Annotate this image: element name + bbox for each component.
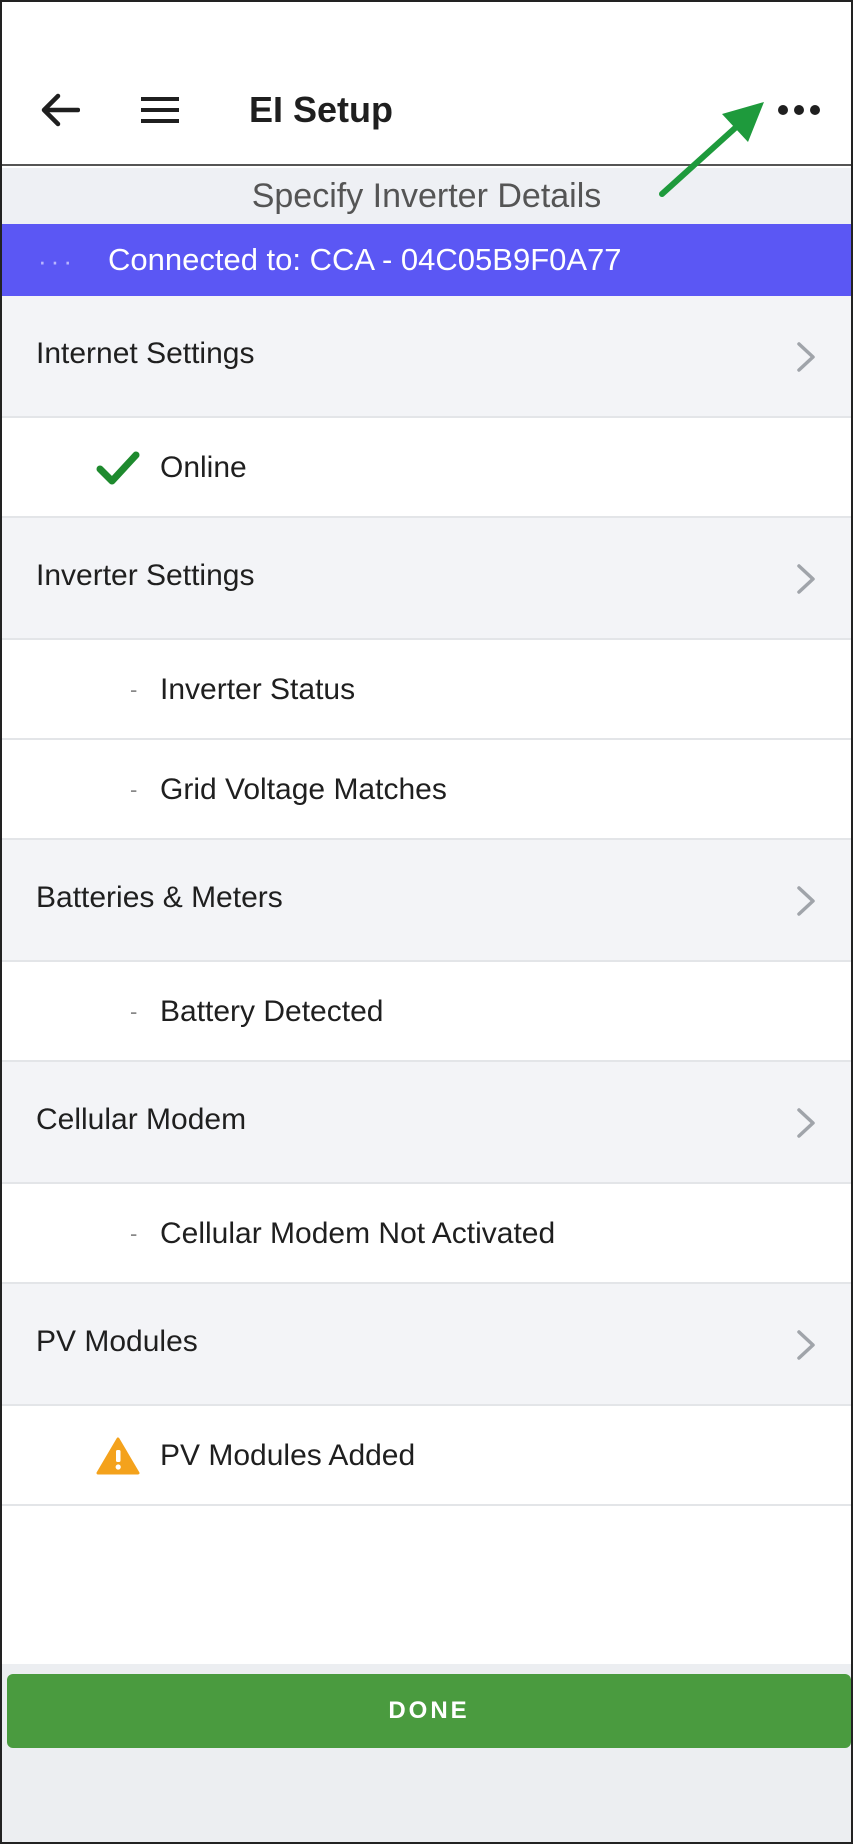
menu-button[interactable]	[130, 82, 190, 138]
app-screen: EI Setup Specify Inverter Details ··· Co…	[0, 0, 853, 1844]
back-button[interactable]	[30, 82, 90, 138]
section-label: Cellular Modem	[36, 1103, 247, 1136]
list-item-cellular-not-activated: - Cellular Modem Not Activated	[2, 1184, 851, 1284]
list-item-grid-voltage: - Grid Voltage Matches	[2, 740, 851, 840]
list-item-online: Online	[2, 418, 851, 518]
footer-bar: DONE	[2, 1664, 851, 1842]
page-title: EI Setup	[249, 89, 394, 130]
chevron-right-icon	[797, 1108, 815, 1138]
bullet: -	[130, 999, 138, 1024]
item-label: Battery Detected	[160, 995, 384, 1028]
page-subtitle: Specify Inverter Details	[251, 177, 602, 215]
connection-dots-icon: ···	[38, 246, 76, 276]
bullet: -	[130, 1221, 138, 1246]
connection-status: Connected to: CCA - 04C05B9F0A77	[108, 242, 622, 277]
list-item-battery-detected: - Battery Detected	[2, 962, 851, 1062]
section-cellular-modem[interactable]: Cellular Modem	[2, 1062, 851, 1184]
done-button[interactable]: DONE	[7, 1674, 851, 1748]
bullet: -	[130, 777, 138, 802]
chevron-right-icon	[797, 564, 815, 594]
section-label: Batteries & Meters	[36, 881, 283, 914]
item-label: Grid Voltage Matches	[160, 773, 447, 806]
list-item-inverter-status: - Inverter Status	[2, 640, 851, 740]
more-options-button[interactable]	[764, 82, 834, 138]
bullet: -	[130, 677, 138, 702]
item-label: Cellular Modem Not Activated	[160, 1217, 556, 1250]
section-inverter-settings[interactable]: Inverter Settings	[2, 518, 851, 640]
item-label: PV Modules Added	[160, 1439, 416, 1472]
warning-icon	[96, 1434, 140, 1478]
section-label: Inverter Settings	[36, 559, 255, 592]
arrow-left-icon	[41, 93, 80, 127]
chevron-right-icon	[797, 886, 815, 916]
section-label: Internet Settings	[36, 337, 255, 370]
item-label: Online	[160, 451, 247, 484]
more-horizontal-icon	[778, 105, 820, 115]
list-item-pv-modules-added: PV Modules Added	[2, 1406, 851, 1506]
subtitle-bar: Specify Inverter Details	[2, 168, 851, 224]
chevron-right-icon	[797, 342, 815, 372]
chevron-right-icon	[797, 1330, 815, 1360]
hamburger-icon	[141, 97, 179, 123]
connection-banner: ··· Connected to: CCA - 04C05B9F0A77	[2, 224, 851, 296]
section-label: PV Modules	[36, 1325, 198, 1358]
top-app-bar: EI Setup	[2, 2, 851, 166]
check-icon	[96, 446, 140, 490]
item-label: Inverter Status	[160, 673, 356, 706]
section-internet-settings[interactable]: Internet Settings	[2, 296, 851, 418]
section-batteries-meters[interactable]: Batteries & Meters	[2, 840, 851, 962]
section-pv-modules[interactable]: PV Modules	[2, 1284, 851, 1406]
